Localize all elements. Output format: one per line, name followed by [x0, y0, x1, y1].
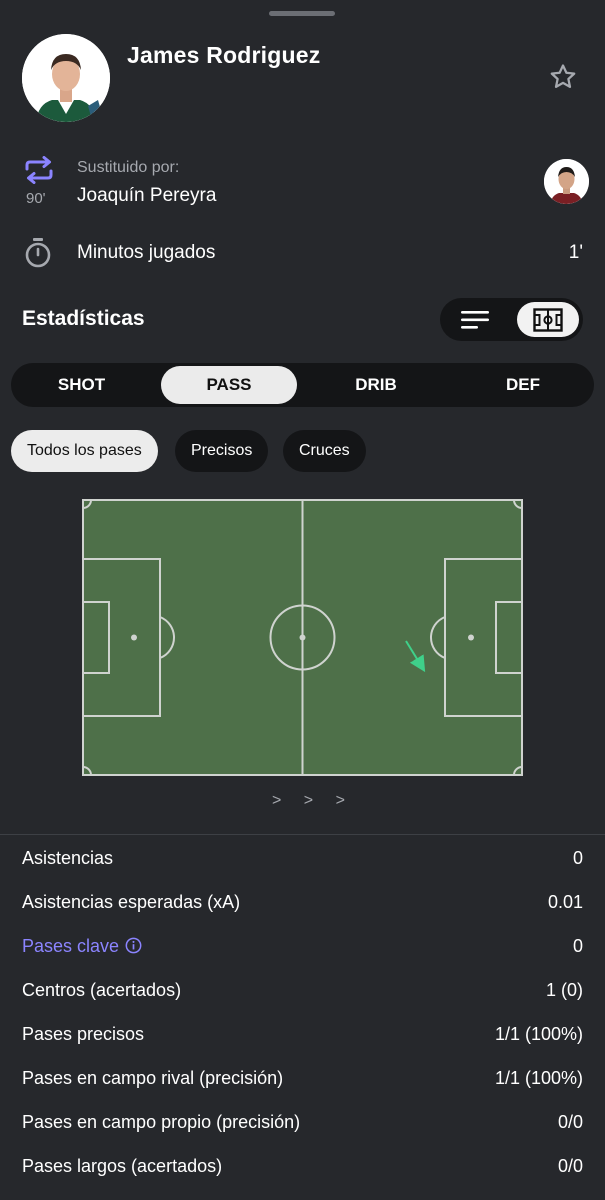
pitch-view-button[interactable]: [517, 302, 579, 337]
pass-map-pitch: [82, 499, 523, 776]
stat-row: Pases en campo rival (precisión) 1/1 (10…: [22, 1068, 583, 1096]
player-avatar: [22, 34, 110, 122]
stat-label: Pases largos (acertados): [22, 1156, 223, 1176]
stat-value: 0.01: [547, 892, 583, 912]
minutes-played-value: 1': [568, 242, 583, 263]
list-view-button[interactable]: [445, 302, 505, 337]
stat-label: Centros (acertados): [22, 980, 182, 1000]
stat-value: 0/0: [557, 1156, 583, 1176]
stat-row: Pases clave 0: [22, 936, 583, 964]
stat-value: 0: [572, 936, 583, 956]
left-penalty-spot: [131, 634, 137, 641]
substitution-minute: 90': [26, 190, 46, 207]
substitution-icon: [22, 156, 56, 184]
stat-label[interactable]: Pases clave: [22, 936, 119, 956]
stats-section-title: Estadísticas: [22, 307, 145, 330]
stat-value: 0: [572, 848, 583, 868]
tab-def[interactable]: DEF: [456, 366, 590, 404]
pitch-icon: [533, 307, 563, 332]
stat-label: Pases en campo propio (precisión): [22, 1112, 301, 1132]
stat-row: Pases largos (acertados) 0/0: [22, 1156, 583, 1184]
stat-row: Asistencias 0: [22, 848, 583, 876]
pager-arrows[interactable]: > > >: [272, 792, 354, 810]
stat-row: Pases en campo propio (precisión) 0/0: [22, 1112, 583, 1140]
info-icon[interactable]: [125, 937, 142, 954]
minutes-played-label: Minutos jugados: [77, 242, 216, 263]
list-icon: [461, 310, 489, 329]
tab-pass[interactable]: PASS: [161, 366, 297, 404]
divider: [0, 834, 605, 835]
stat-value: 1/1 (100%): [494, 1024, 583, 1044]
player-name: James Rodriguez: [127, 42, 321, 68]
substitute-player-name[interactable]: Joaquín Pereyra: [77, 185, 216, 207]
stat-value: 1 (0): [545, 980, 583, 1000]
stat-label: Asistencias: [22, 848, 114, 868]
stat-row: Pases precisos 1/1 (100%): [22, 1024, 583, 1052]
tab-shot[interactable]: SHOT: [15, 366, 148, 404]
filter-crosses[interactable]: Cruces: [283, 430, 366, 472]
stopwatch-icon: [24, 237, 52, 269]
drag-handle[interactable]: [269, 11, 335, 16]
stat-label: Pases precisos: [22, 1024, 145, 1044]
center-spot: [299, 634, 306, 641]
substitute-avatar[interactable]: [544, 159, 589, 204]
stat-row: Asistencias esperadas (xA) 0.01: [22, 892, 583, 920]
stat-row: Centros (acertados) 1 (0): [22, 980, 583, 1008]
stat-category-tabs: SHOT PASS DRIB DEF: [11, 363, 594, 407]
key-passes-link[interactable]: Pases clave: [22, 936, 142, 957]
favorite-star-icon[interactable]: [548, 62, 578, 92]
right-penalty-spot: [468, 634, 474, 641]
stat-value: 0/0: [557, 1112, 583, 1132]
substitution-label: Sustituido por:: [77, 159, 180, 176]
filter-accurate[interactable]: Precisos: [175, 430, 269, 472]
tab-drib[interactable]: DRIB: [309, 366, 443, 404]
stat-label: Asistencias esperadas (xA): [22, 892, 241, 912]
stat-label: Pases en campo rival (precisión): [22, 1068, 284, 1088]
filter-all-passes[interactable]: Todos los pases: [11, 430, 158, 472]
stat-value: 1/1 (100%): [494, 1068, 583, 1088]
